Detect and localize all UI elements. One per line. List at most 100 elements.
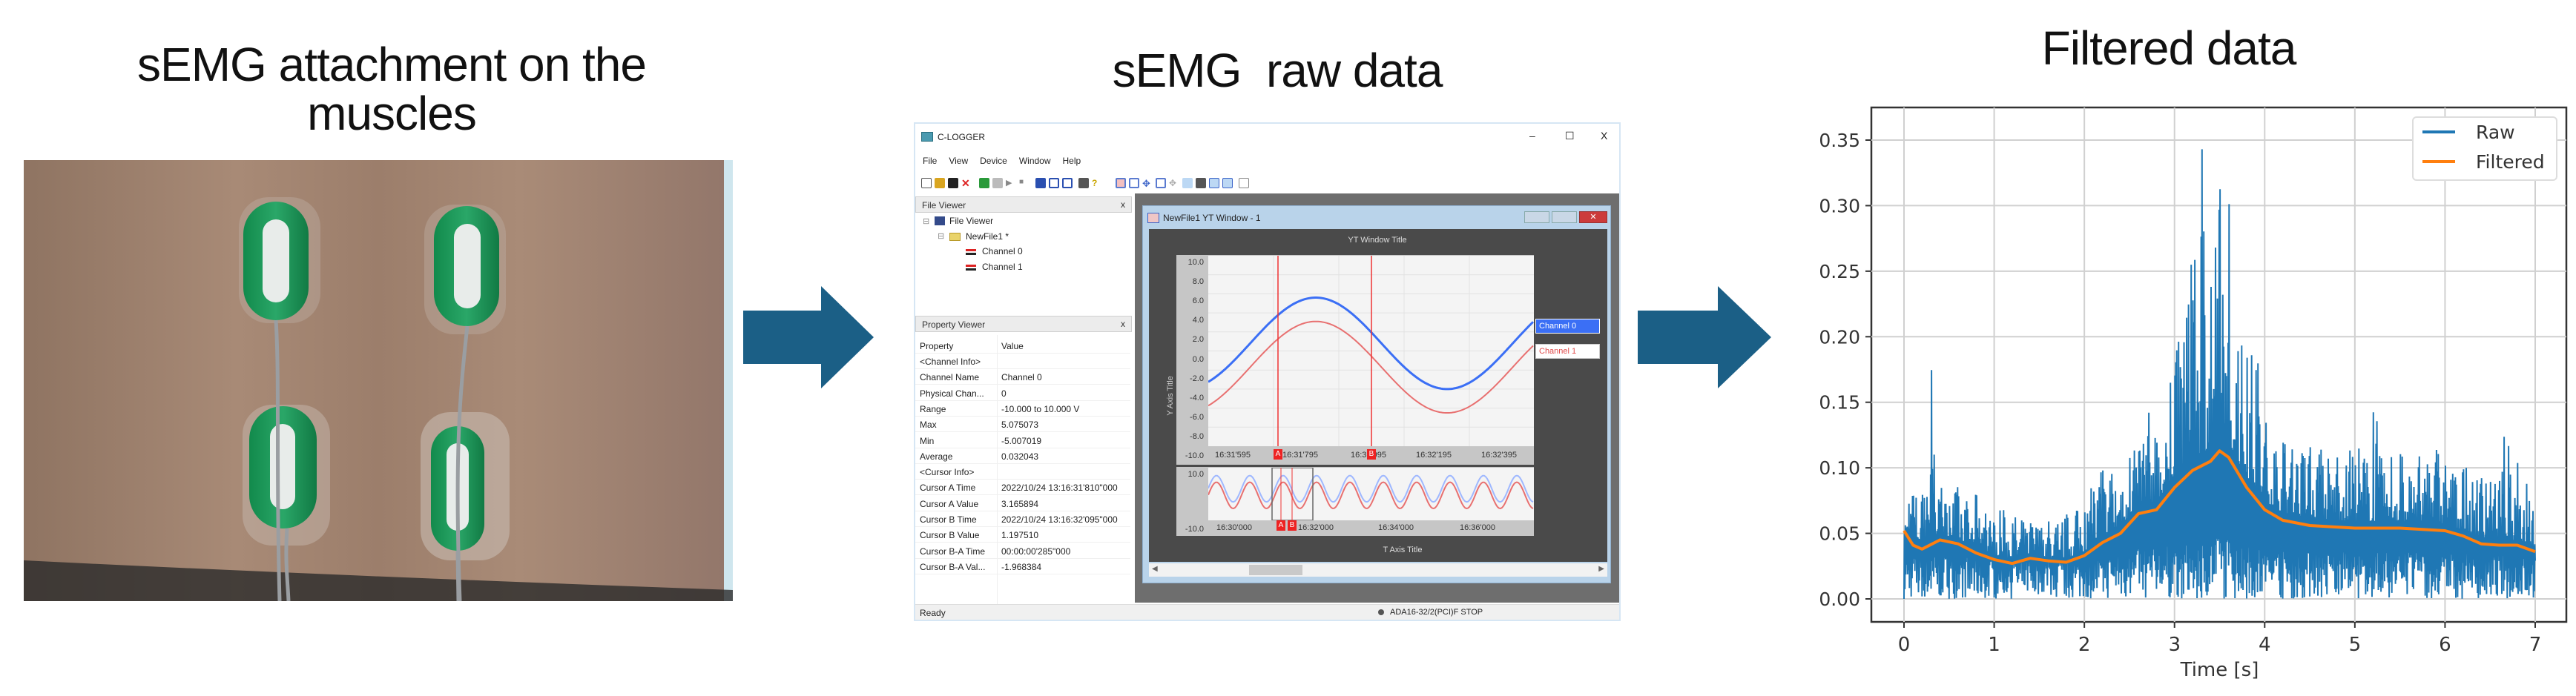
y-tick-label: 10.0 <box>1187 258 1204 267</box>
yt-window-icon <box>1147 213 1159 223</box>
device-status: ADA16-32/2(PCI)F STOP <box>1390 608 1483 617</box>
marker-a-icon[interactable] <box>1209 178 1219 188</box>
menu-help[interactable]: Help <box>1063 156 1081 166</box>
property-name: Physical Chan... <box>920 388 984 399</box>
overview-t-tick-label: 16:36'000 <box>1460 523 1495 532</box>
cursor-marker-b[interactable]: B <box>1367 449 1376 460</box>
print-icon[interactable] <box>1078 178 1089 188</box>
y-tick-label: -10.0 <box>1185 451 1204 460</box>
channels-icon[interactable] <box>1035 178 1046 188</box>
property-row[interactable]: Max 5.075073 <box>915 417 1130 433</box>
menu-window[interactable]: Window <box>1019 156 1051 166</box>
legend-channel-1[interactable]: Channel 1 <box>1535 344 1600 359</box>
menu-device[interactable]: Device <box>980 156 1007 166</box>
property-value: 0 <box>1001 388 1007 399</box>
tree-channel-1[interactable]: Channel 1 <box>982 262 1023 272</box>
scroll-right-icon[interactable]: ▶ <box>1598 565 1604 573</box>
property-value: Channel 0 <box>1001 372 1042 383</box>
property-row[interactable]: Cursor B Time 2022/10/24 13:16:32'095"000 <box>915 511 1130 527</box>
wand-icon[interactable] <box>992 178 1003 188</box>
yt-window-icon[interactable] <box>1116 178 1126 188</box>
tree-collapse-icon[interactable]: ⊟ <box>923 216 929 226</box>
y-axis-title: Y Axis Title <box>1165 376 1175 416</box>
save-icon[interactable] <box>948 178 958 188</box>
tree-channel-0[interactable]: Channel 0 <box>982 246 1023 256</box>
help-icon[interactable]: ? <box>1092 178 1102 188</box>
scroll-left-icon[interactable]: ◀ <box>1152 565 1158 573</box>
property-name: Max <box>920 420 937 431</box>
file-viewer-header: File Viewer x <box>915 196 1132 213</box>
property-row[interactable]: Cursor B-A Val... -1.968384 <box>915 559 1130 574</box>
tree-root[interactable]: File Viewer <box>949 216 993 226</box>
cursor-marker-a[interactable]: A <box>1274 449 1282 460</box>
yt-plot-title: YT Window Title <box>1348 236 1407 245</box>
c-logger-window: C-LOGGER – ☐ X File View Device Window H… <box>914 122 1621 621</box>
marker-b-icon[interactable] <box>1222 178 1233 188</box>
property-value: 0.032043 <box>1001 451 1039 462</box>
property-row[interactable]: Range -10.000 to 10.000 V <box>915 401 1130 417</box>
property-name: Min <box>920 435 935 446</box>
property-row[interactable]: <Channel Info> <box>915 354 1130 369</box>
close-button[interactable]: X <box>1601 130 1607 142</box>
menu-file[interactable]: File <box>923 156 937 166</box>
x-axis-label: Time [s] <box>2180 659 2259 681</box>
scrollbar-thumb[interactable] <box>1249 565 1302 575</box>
tree-file-newfile1[interactable]: NewFile1 * <box>966 231 1009 242</box>
property-value: 2022/10/24 13:16:32'095"000 <box>1001 514 1118 525</box>
move-icon[interactable]: ✥ <box>1142 178 1153 189</box>
channel-icon <box>966 265 976 271</box>
overview-y-tick: -10.0 <box>1185 525 1204 534</box>
property-row[interactable]: Channel Name Channel 0 <box>915 369 1130 385</box>
property-row[interactable]: Min -5.007019 <box>915 433 1130 448</box>
yt-close-button[interactable]: ✕ <box>1579 211 1607 223</box>
delete-icon[interactable]: ✕ <box>961 178 972 188</box>
flow-arrow-1 <box>743 286 874 388</box>
property-row[interactable]: Cursor B Value 1.197510 <box>915 527 1130 543</box>
yt-maximize-button[interactable] <box>1552 211 1577 223</box>
connect-icon[interactable] <box>979 178 989 188</box>
cursor-icon[interactable] <box>1182 178 1193 188</box>
property-name: Cursor B-A Time <box>920 546 986 557</box>
property-row[interactable]: <Cursor Info> <box>915 464 1130 480</box>
property-row[interactable]: Physical Chan... 0 <box>915 385 1130 401</box>
zoom-fit-icon[interactable] <box>1129 178 1139 188</box>
y-tick-label: -6.0 <box>1190 412 1204 422</box>
yt-minimize-button[interactable] <box>1524 211 1549 223</box>
minimize-button[interactable]: – <box>1529 130 1535 142</box>
property-row[interactable]: Cursor A Time 2022/10/24 13:16:31'810"000 <box>915 480 1130 496</box>
grid-icon[interactable] <box>1196 178 1206 188</box>
property-row[interactable]: Average 0.032043 <box>915 448 1130 464</box>
pan-icon[interactable]: ✥ <box>1169 178 1179 188</box>
property-value: -10.000 to 10.000 V <box>1001 403 1080 414</box>
y-tick-label: 0.30 <box>1819 195 1860 216</box>
cursor-marker-a[interactable]: A <box>1277 520 1285 531</box>
overview-y-tick: 10.0 <box>1187 470 1204 479</box>
horizontal-scrollbar[interactable]: ◀ ▶ <box>1149 563 1607 577</box>
play-icon[interactable]: ▶ <box>1006 178 1016 188</box>
tile-vertical-icon[interactable] <box>1062 178 1073 188</box>
tile-horizontal-icon[interactable] <box>1049 178 1059 188</box>
new-icon[interactable] <box>921 178 932 188</box>
file-viewer-close-button[interactable]: x <box>1121 199 1125 210</box>
property-value: 00:00:00'285"000 <box>1001 546 1071 557</box>
overview-plot <box>1208 468 1534 520</box>
yt-window-title: NewFile1 YT Window - 1 <box>1163 213 1261 223</box>
menu-view[interactable]: View <box>949 156 968 166</box>
property-row[interactable]: Cursor A Value 3.165894 <box>915 496 1130 511</box>
zoom-in-icon[interactable] <box>1156 178 1166 188</box>
y-tick-label: -8.0 <box>1190 431 1204 441</box>
maximize-button[interactable]: ☐ <box>1565 130 1575 142</box>
open-icon[interactable] <box>935 178 945 188</box>
property-viewer-close-button[interactable]: x <box>1121 319 1125 329</box>
stop-icon[interactable]: ■ <box>1019 178 1030 188</box>
panel-title-filtered-data: Filtered data <box>2041 21 2297 75</box>
property-row[interactable]: Cursor B-A Time 00:00:00'285"000 <box>915 543 1130 559</box>
sensor-bottom-right <box>421 412 510 560</box>
t-axis-title: T Axis Title <box>1383 546 1423 554</box>
cursor-marker-b[interactable]: B <box>1288 520 1297 531</box>
x-tick-label: 0 <box>1898 634 1911 656</box>
legend-channel-0[interactable]: Channel 0 <box>1535 319 1600 334</box>
y-tick-label: 0.20 <box>1819 326 1860 348</box>
settings-icon[interactable] <box>1239 178 1249 188</box>
tree-collapse-icon[interactable]: ⊟ <box>938 231 944 241</box>
